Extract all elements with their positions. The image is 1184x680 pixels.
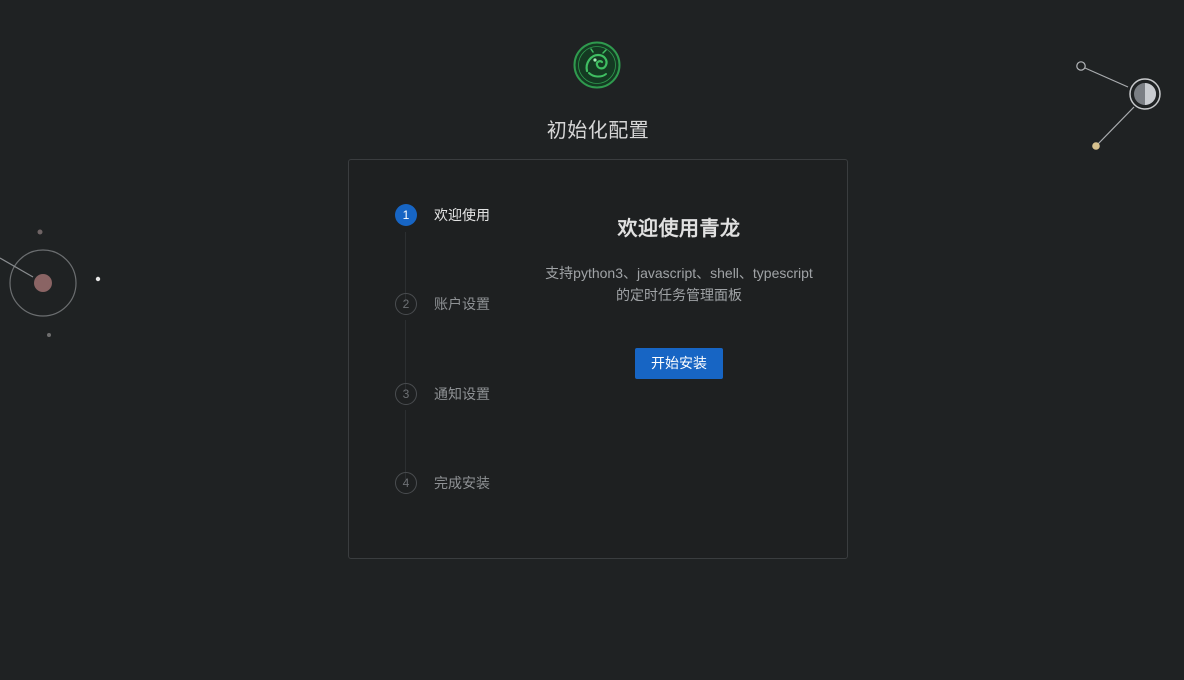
step-account-settings: 2 账户设置 [395, 291, 490, 317]
description-line: 的定时任务管理面板 [616, 287, 742, 303]
step-label: 完成安装 [434, 476, 490, 492]
setup-card: 1 欢迎使用 2 账户设置 3 通知设置 4 完成安装 欢迎使用青龙 支持pyt… [348, 159, 848, 559]
page: 初始化配置 1 欢迎使用 2 账户设置 3 通知设置 4 完成安装 欢迎使用青龙… [0, 0, 1184, 680]
step-number-badge: 3 [395, 383, 417, 405]
step-label: 欢迎使用 [434, 208, 490, 224]
step-content: 欢迎使用青龙 支持python3、javascript、shell、typesc… [527, 212, 831, 379]
start-install-button[interactable]: 开始安装 [635, 348, 723, 379]
page-title: 初始化配置 [546, 118, 650, 142]
step-label: 账户设置 [434, 297, 490, 313]
step-number-badge: 1 [395, 204, 417, 226]
step-welcome: 1 欢迎使用 [395, 202, 490, 228]
step-notification-settings: 3 通知设置 [395, 381, 490, 407]
qinglong-dragon-logo [573, 41, 621, 89]
description-line: 支持python3、javascript、shell、typescript [545, 265, 813, 281]
step-number-badge: 2 [395, 293, 417, 315]
step-number-badge: 4 [395, 472, 417, 494]
step-finish-install: 4 完成安装 [395, 470, 490, 496]
step-label: 通知设置 [434, 387, 490, 403]
welcome-description: 支持python3、javascript、shell、typescript 的定… [527, 262, 831, 306]
welcome-title: 欢迎使用青龙 [617, 216, 741, 240]
